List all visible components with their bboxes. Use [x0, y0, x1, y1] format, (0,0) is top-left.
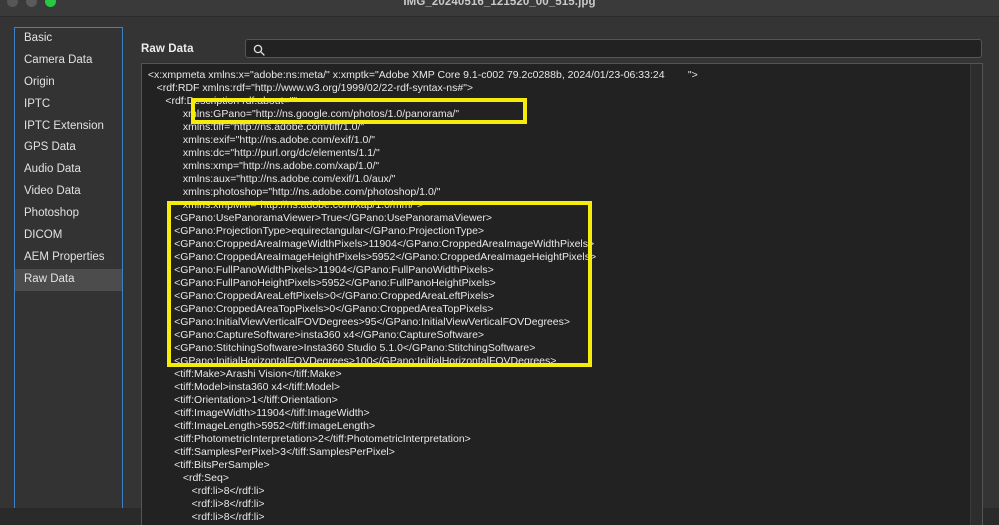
- sidebar-item-gps-data[interactable]: GPS Data: [15, 137, 122, 159]
- raw-data-line: xmlns:tiff="http://ns.adobe.com/tiff/1.0…: [142, 121, 982, 134]
- raw-data-line: <rdf:li>8</rdf:li>: [142, 485, 982, 498]
- raw-data-line: <GPano:UsePanoramaViewer>True</GPano:Use…: [142, 212, 982, 225]
- raw-data-line: <rdf:RDF xmlns:rdf="http://www.w3.org/19…: [142, 82, 982, 95]
- raw-data-line: <tiff:SamplesPerPixel>3</tiff:SamplesPer…: [142, 446, 982, 459]
- sidebar-item-audio-data[interactable]: Audio Data: [15, 159, 122, 181]
- page-title: Raw Data: [141, 43, 194, 55]
- search-input[interactable]: [272, 40, 976, 59]
- raw-data-text: <x:xmpmeta xmlns:x="adobe:ns:meta/" x:xm…: [142, 64, 982, 525]
- sidebar-item-camera-data[interactable]: Camera Data: [15, 50, 122, 72]
- raw-data-line: xmlns:xmp="http://ns.adobe.com/xap/1.0/": [142, 160, 982, 173]
- image-metadata-window: IMG_20240516_121520_00_515.jpg BasicCame…: [0, 0, 999, 508]
- raw-data-line: xmlns:xmpMM="http://ns.adobe.com/xap/1.0…: [142, 199, 982, 212]
- raw-data-line: <tiff:Orientation>1</tiff:Orientation>: [142, 394, 982, 407]
- raw-data-line: <GPano:FullPanoWidthPixels>11904</GPano:…: [142, 264, 982, 277]
- sidebar-item-iptc-extension[interactable]: IPTC Extension: [15, 116, 122, 138]
- raw-data-line: <GPano:CroppedAreaLeftPixels>0</GPano:Cr…: [142, 290, 982, 303]
- raw-data-line: <GPano:InitialViewVerticalFOVDegrees>95<…: [142, 316, 982, 329]
- vertical-scrollbar[interactable]: [970, 64, 982, 525]
- raw-data-line: <GPano:CroppedAreaImageHeightPixels>5952…: [142, 251, 982, 264]
- raw-data-line: <tiff:PhotometricInterpretation>2</tiff:…: [142, 433, 982, 446]
- search-icon: [253, 43, 265, 61]
- raw-data-line: xmlns:aux="http://ns.adobe.com/exif/1.0/…: [142, 173, 982, 186]
- window-titlebar: IMG_20240516_121520_00_515.jpg: [0, 0, 999, 17]
- raw-data-line: <GPano:InitialHorizontalFOVDegrees>100</…: [142, 355, 982, 368]
- sidebar-item-photoshop[interactable]: Photoshop: [15, 203, 122, 225]
- metadata-sidebar[interactable]: BasicCamera DataOriginIPTCIPTC Extension…: [14, 27, 123, 508]
- raw-data-line: xmlns:exif="http://ns.adobe.com/exif/1.0…: [142, 134, 982, 147]
- raw-data-line: <rdf:Seq>: [142, 472, 982, 485]
- raw-data-line: <GPano:CroppedAreaTopPixels>0</GPano:Cro…: [142, 303, 982, 316]
- raw-data-line: xmlns:photoshop="http://ns.adobe.com/pho…: [142, 186, 982, 199]
- window-body: BasicCamera DataOriginIPTCIPTC Extension…: [0, 17, 999, 508]
- raw-data-line: <tiff:Make>Arashi Vision</tiff:Make>: [142, 368, 982, 381]
- raw-data-line: <GPano:FullPanoHeightPixels>5952</GPano:…: [142, 277, 982, 290]
- raw-data-line: <tiff:ImageWidth>11904</tiff:ImageWidth>: [142, 407, 982, 420]
- raw-data-line: xmlns:GPano="http://ns.google.com/photos…: [142, 108, 982, 121]
- sidebar-item-aem-properties[interactable]: AEM Properties: [15, 247, 122, 269]
- sidebar-item-raw-data[interactable]: Raw Data: [15, 269, 122, 291]
- raw-data-line: <rdf:Description rdf:about="": [142, 95, 982, 108]
- raw-data-line: <tiff:Model>insta360 x4</tiff:Model>: [142, 381, 982, 394]
- raw-data-line: <rdf:li>8</rdf:li>: [142, 511, 982, 524]
- sidebar-item-origin[interactable]: Origin: [15, 72, 122, 94]
- raw-data-line: <GPano:ProjectionType>equirectangular</G…: [142, 225, 982, 238]
- raw-data-line: <GPano:CaptureSoftware>insta360 x4</GPan…: [142, 329, 982, 342]
- sidebar-item-dicom[interactable]: DICOM: [15, 225, 122, 247]
- raw-data-line: <rdf:li>8</rdf:li>: [142, 498, 982, 511]
- raw-data-line: <GPano:CroppedAreaImageWidthPixels>11904…: [142, 238, 982, 251]
- raw-data-line: <tiff:ImageLength>5952</tiff:ImageLength…: [142, 420, 982, 433]
- window-title: IMG_20240516_121520_00_515.jpg: [0, 0, 999, 8]
- search-bar[interactable]: [245, 39, 982, 58]
- sidebar-item-video-data[interactable]: Video Data: [15, 181, 122, 203]
- raw-data-line: <tiff:BitsPerSample>: [142, 459, 982, 472]
- raw-data-panel[interactable]: <x:xmpmeta xmlns:x="adobe:ns:meta/" x:xm…: [141, 63, 983, 525]
- sidebar-item-basic[interactable]: Basic: [15, 28, 122, 50]
- raw-data-line: xmlns:dc="http://purl.org/dc/elements/1.…: [142, 147, 982, 160]
- raw-data-line: <GPano:StitchingSoftware>Insta360 Studio…: [142, 342, 982, 355]
- raw-data-line: <x:xmpmeta xmlns:x="adobe:ns:meta/" x:xm…: [142, 69, 982, 82]
- sidebar-item-iptc[interactable]: IPTC: [15, 94, 122, 116]
